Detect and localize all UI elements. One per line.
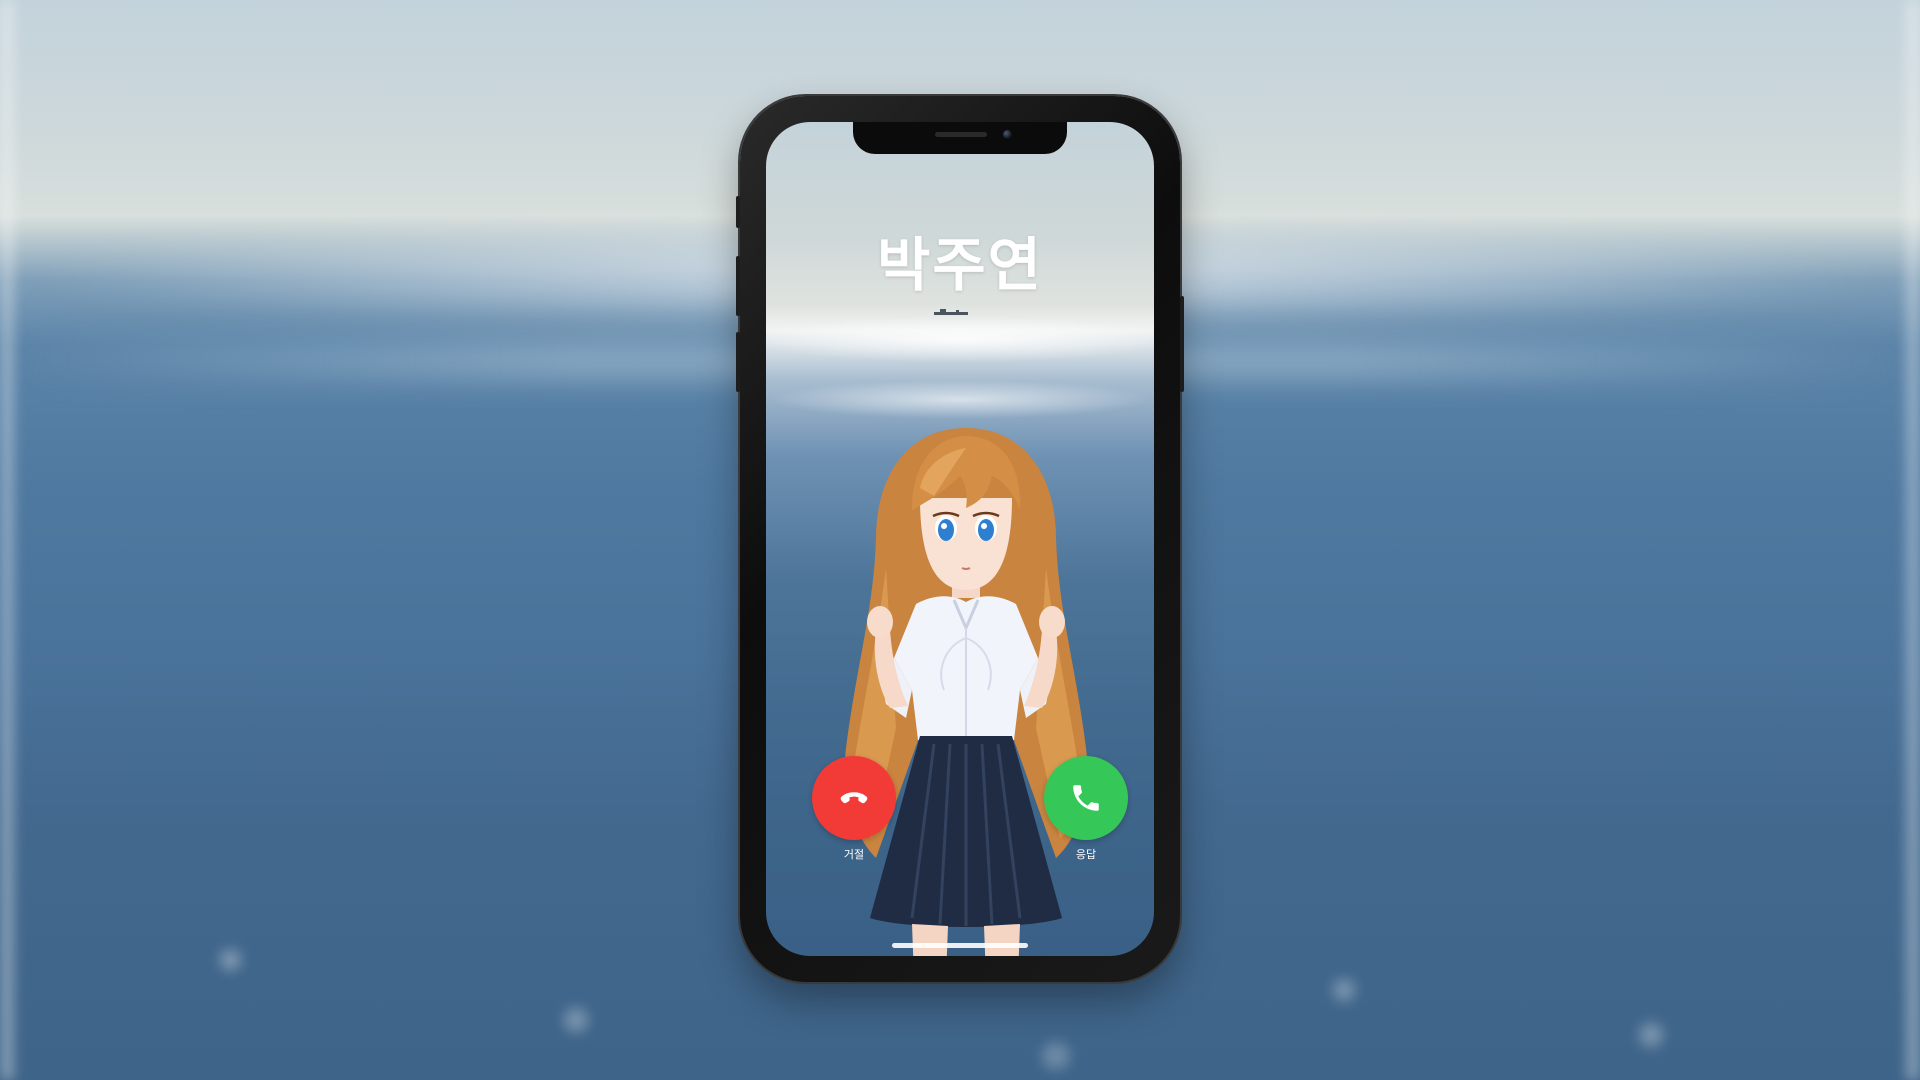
accept-label: 응답 <box>1075 848 1097 861</box>
earpiece-speaker <box>935 132 987 137</box>
power-button <box>1180 296 1184 392</box>
ship-silhouette <box>934 309 968 315</box>
front-camera <box>1003 130 1012 139</box>
phone-frame: 박주연 거절 응답 <box>736 96 1184 982</box>
incoming-call-screen: 박주연 거절 응답 <box>766 122 1154 956</box>
volume-down-button <box>736 332 740 392</box>
notch <box>853 122 1067 154</box>
left-edge-highlight <box>0 0 14 1080</box>
phone-hangup-icon <box>840 792 868 804</box>
decline-call-button[interactable] <box>812 756 896 840</box>
mute-switch <box>736 196 740 228</box>
right-edge-highlight <box>1906 0 1920 1080</box>
caller-name: 박주연 <box>876 231 1044 299</box>
sea-shimmer <box>766 317 1154 427</box>
character-illustration <box>844 428 1088 956</box>
decline-label: 거절 <box>843 848 865 861</box>
phone-icon <box>1073 785 1099 811</box>
home-indicator[interactable] <box>892 943 1028 948</box>
volume-up-button <box>736 256 740 316</box>
background-ocean-scene: 박주연 거절 응답 <box>0 0 1920 1080</box>
accept-call-button[interactable] <box>1044 756 1128 840</box>
